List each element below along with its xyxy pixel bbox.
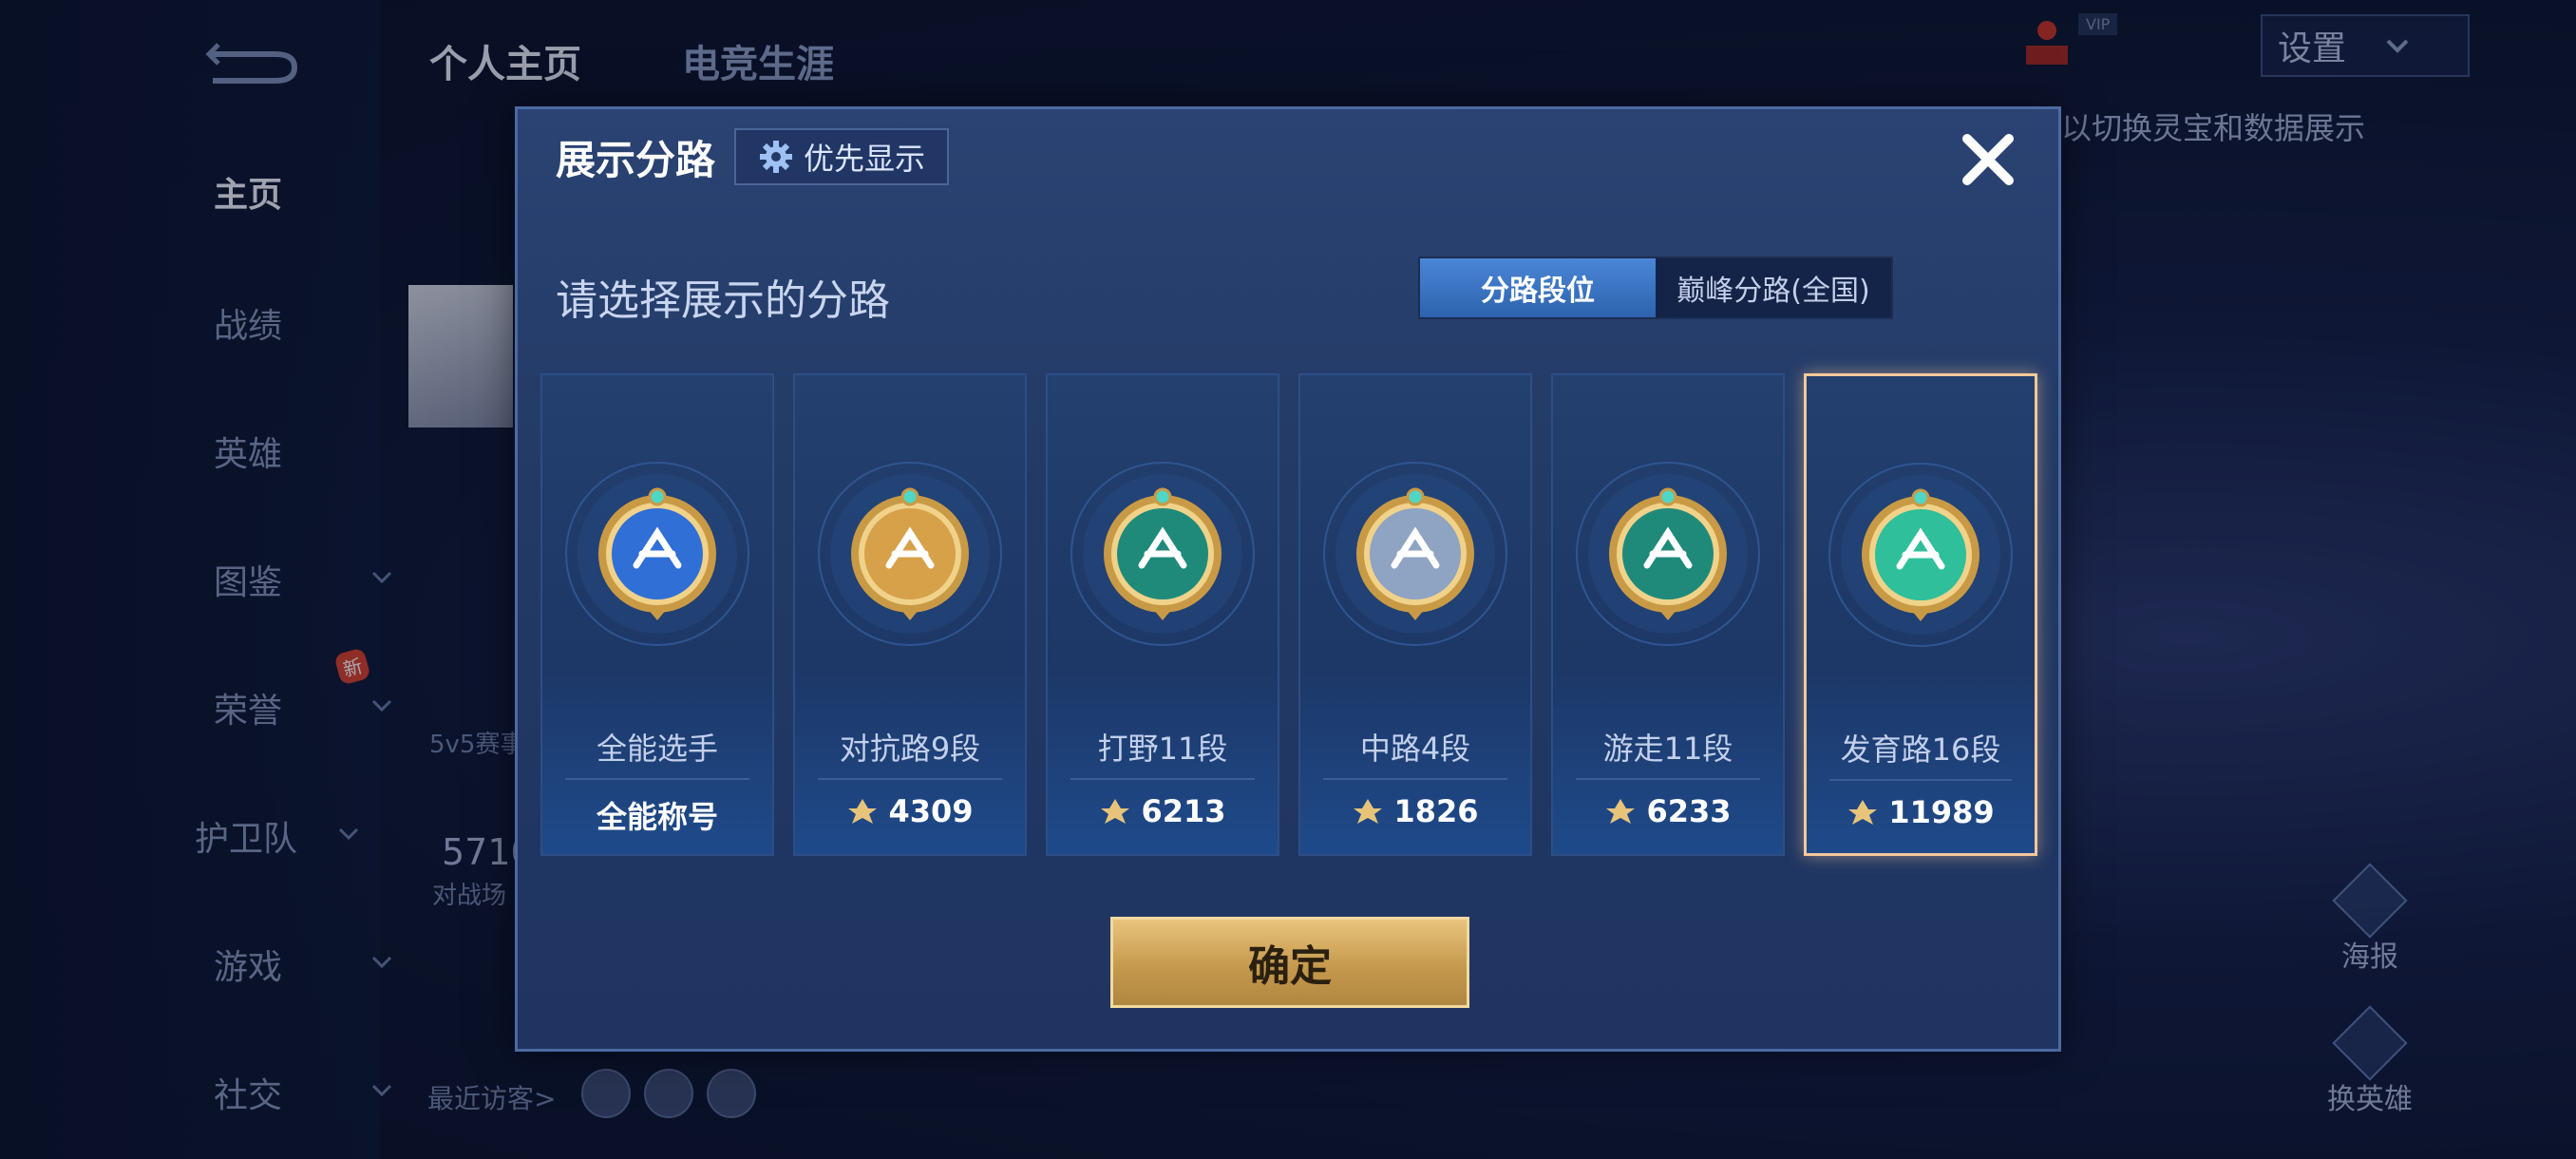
close-icon (1962, 134, 2014, 185)
rank-points-icon (848, 799, 878, 824)
lane-card-value: 6233 (1553, 793, 1783, 829)
divider (1070, 778, 1255, 780)
tab-lane-rank[interactable]: 分路段位 (1420, 258, 1656, 317)
lane-card-value: 6213 (1048, 793, 1278, 829)
lane-mode-toggle: 分路段位 巅峰分路(全国) (1418, 256, 1893, 319)
lane-card-value: 1826 (1300, 793, 1530, 829)
lane-card-name: 对抗路9段 (839, 731, 981, 767)
tab-peak-lane-national[interactable]: 巅峰分路(全国) (1656, 258, 1891, 317)
rank-badge-allround-icon (562, 459, 752, 649)
lane-card-name: 全能选手 (596, 731, 718, 767)
dialog-title: 展示分路 (556, 137, 716, 183)
lane-card-list: 全能选手 全能称号 对抗路9段 4309 打野11段 6213 中路4段 1826 游走11段 6… (540, 373, 2041, 856)
rank-badge-farm-lane-icon (1826, 460, 2016, 650)
lane-card[interactable]: 打野11段 6213 (1046, 373, 1279, 856)
lane-card-value: 11989 (1807, 794, 2035, 830)
lane-card-value-text: 6213 (1141, 793, 1226, 829)
divider (1323, 778, 1507, 780)
lane-card-value-text: 4309 (888, 793, 974, 829)
lane-card-value-text: 1826 (1393, 793, 1479, 829)
rank-points-icon (1101, 799, 1130, 824)
lane-card-name: 中路4段 (1359, 731, 1471, 767)
lane-card[interactable]: 中路4段 1826 (1298, 373, 1532, 856)
rank-badge-mid-lane-icon (1320, 459, 1510, 649)
divider (565, 778, 749, 780)
lane-card-name: 发育路16段 (1840, 732, 2001, 768)
lane-card-value-text: 6233 (1646, 793, 1732, 829)
section-title: 请选择展示的分路 (556, 276, 890, 325)
lane-card[interactable]: 全能选手 全能称号 (540, 373, 774, 856)
gear-icon (759, 141, 792, 173)
rank-points-icon (1606, 799, 1636, 824)
lane-card-value: 4309 (795, 793, 1025, 829)
rank-points-icon (1354, 799, 1383, 824)
divider (1829, 779, 2012, 781)
rank-badge-jungle-icon (1068, 459, 1258, 649)
confirm-button[interactable]: 确定 (1110, 917, 1469, 1008)
lane-card-name: 打野11段 (1097, 731, 1228, 767)
display-lane-dialog: 展示分路 优先显示 请选择展示的分路 分路段位 巅峰分路(全国) 全能选手 全能… (515, 106, 2061, 1052)
divider (1576, 778, 1760, 780)
lane-card-value-text: 11989 (1888, 794, 1995, 830)
divider (818, 778, 1002, 780)
priority-display-button[interactable]: 优先显示 (734, 128, 949, 185)
lane-card[interactable]: 游走11段 6233 (1551, 373, 1785, 856)
lane-card-name: 游走11段 (1602, 731, 1733, 767)
priority-display-label: 优先显示 (803, 141, 925, 177)
lane-card[interactable]: 对抗路9段 4309 (793, 373, 1027, 856)
close-button[interactable] (1952, 124, 2024, 196)
lane-card[interactable]: 发育路16段 11989 (1804, 373, 2037, 856)
rank-badge-roam-icon (1573, 459, 1763, 649)
lane-card-value: 全能称号 (542, 793, 772, 837)
lane-card-value-text: 全能称号 (596, 799, 718, 835)
rank-badge-clash-lane-icon (815, 459, 1005, 649)
rank-points-icon (1848, 800, 1878, 825)
confirm-label: 确定 (1248, 942, 1332, 991)
